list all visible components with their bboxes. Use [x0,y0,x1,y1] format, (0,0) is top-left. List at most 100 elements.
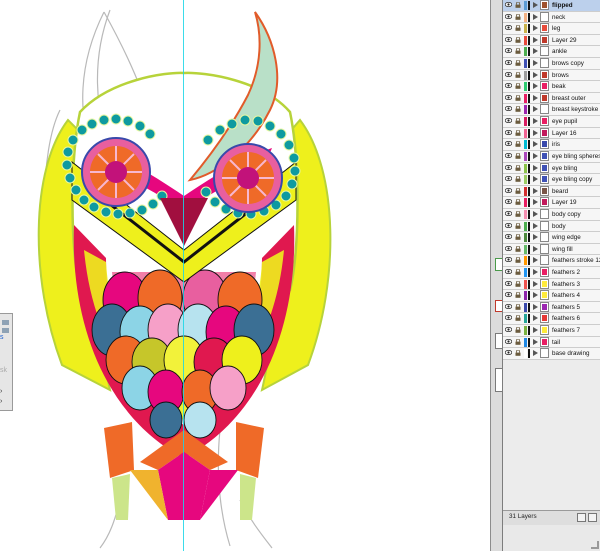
lock-icon[interactable] [515,350,521,357]
eye-icon[interactable] [505,60,512,66]
eye-icon[interactable] [505,176,512,182]
layer-row[interactable]: base drawing [503,348,600,360]
expand-arrow-icon[interactable] [533,199,538,206]
expand-arrow-icon[interactable] [533,118,538,125]
layer-name[interactable]: Layer 19 [552,197,577,208]
layer-row[interactable]: tail [503,336,600,349]
lock-icon[interactable] [515,94,521,101]
lock-icon[interactable] [515,292,521,299]
locate-object-button[interactable] [577,513,586,522]
lock-icon[interactable] [515,60,521,66]
lock-icon[interactable] [515,36,521,43]
expand-arrow-icon[interactable] [533,2,538,8]
layer-row[interactable]: feathers 4 [503,290,600,302]
lock-icon[interactable] [515,71,521,78]
layer-name[interactable]: leg [552,23,560,34]
eye-icon[interactable] [505,141,512,147]
expand-arrow-icon[interactable] [533,48,538,55]
layer-name[interactable]: ankle [552,46,567,57]
expand-arrow-icon[interactable] [533,210,538,217]
lock-icon[interactable] [515,315,521,322]
layer-row[interactable]: breast outer [503,92,600,105]
eye-icon[interactable] [505,245,512,251]
layer-name[interactable]: body [552,221,566,232]
layer-name[interactable]: brows copy [552,58,584,69]
layer-name[interactable]: feathers 7 [552,325,580,336]
lock-icon[interactable] [515,13,521,20]
layer-name[interactable]: wing edge [552,232,581,243]
expand-arrow-icon[interactable] [533,327,538,334]
layer-row[interactable]: eye bling [503,162,600,175]
lock-icon[interactable] [515,234,521,240]
layer-row[interactable]: eye bling copy [503,174,600,186]
layer-row[interactable]: eye bling spheres [503,150,600,163]
layer-row[interactable]: wing fill [503,243,600,256]
eye-icon[interactable] [505,315,512,321]
lock-icon[interactable] [515,83,521,90]
lock-icon[interactable] [515,152,521,159]
expand-arrow-icon[interactable] [533,141,538,148]
expand-arrow-icon[interactable] [533,222,538,229]
layer-row[interactable]: neck [503,11,600,24]
layer-name[interactable]: Layer 29 [552,35,577,46]
eye-icon[interactable] [505,129,512,135]
layer-name[interactable]: beard [552,186,568,197]
lock-icon[interactable] [515,118,521,124]
new-layer-button[interactable] [588,513,597,522]
eye-icon[interactable] [505,2,512,7]
layer-name[interactable]: wing fill [552,244,573,255]
layer-name[interactable]: Layer 16 [552,128,577,139]
expand-arrow-icon[interactable] [533,94,538,101]
eye-icon[interactable] [505,13,512,19]
expand-arrow-icon[interactable] [533,350,538,357]
layer-row[interactable]: body [503,220,600,233]
lock-icon[interactable] [515,199,521,206]
lock-icon[interactable] [515,338,521,345]
lock-icon[interactable] [515,129,521,136]
layer-row[interactable]: brows [503,69,600,82]
eye-icon[interactable] [505,106,512,112]
eye-icon[interactable] [505,94,512,100]
lock-icon[interactable] [515,280,521,287]
eye-icon[interactable] [505,292,512,298]
eye-icon[interactable] [505,269,512,275]
layer-name[interactable]: eye pupil [552,116,577,127]
layers-panel[interactable]: flipped neck leg Layer 29 ankle brows copy bro… [502,0,600,551]
layer-name[interactable]: breast outer [552,93,586,104]
vertical-guide[interactable] [183,0,184,551]
eye-icon[interactable] [505,199,512,205]
expand-arrow-icon[interactable] [533,60,538,67]
layer-name[interactable]: flipped [552,0,573,11]
resize-grip-icon[interactable] [591,541,599,549]
layer-name[interactable]: feathers 2 [552,267,580,278]
layer-row[interactable]: flipped [503,0,600,12]
eye-icon[interactable] [505,36,512,42]
expand-arrow-icon[interactable] [533,338,538,345]
lock-icon[interactable] [515,222,521,229]
expand-arrow-icon[interactable] [533,129,538,136]
eye-icon[interactable] [505,338,512,344]
layer-row[interactable]: beak [503,81,600,93]
layer-name[interactable]: base drawing [552,348,589,359]
layer-row[interactable]: wing edge [503,232,600,244]
layer-row[interactable]: feathers stroke 12/08 [503,255,600,268]
layer-name[interactable]: eye bling spheres [552,151,600,162]
expand-arrow-icon[interactable] [533,36,538,43]
layer-row[interactable]: feathers 2 [503,267,600,279]
canvas-artboard[interactable]: s sk › › [0,0,490,551]
lock-icon[interactable] [515,141,521,148]
expand-arrow-icon[interactable] [533,83,538,90]
layer-row[interactable]: Layer 29 [503,34,600,47]
eye-icon[interactable] [505,152,512,158]
lock-icon[interactable] [515,303,521,310]
lock-icon[interactable] [515,327,521,333]
expand-arrow-icon[interactable] [533,187,538,194]
lock-icon[interactable] [515,2,521,8]
layer-name[interactable]: eye bling [552,163,577,174]
layer-row[interactable]: feathers 7 [503,325,600,337]
layer-name[interactable]: eye bling copy [552,174,592,185]
layer-name[interactable]: feathers 4 [552,290,580,301]
lock-icon[interactable] [515,269,521,275]
expand-arrow-icon[interactable] [533,164,538,171]
expand-arrow-icon[interactable] [533,106,538,113]
